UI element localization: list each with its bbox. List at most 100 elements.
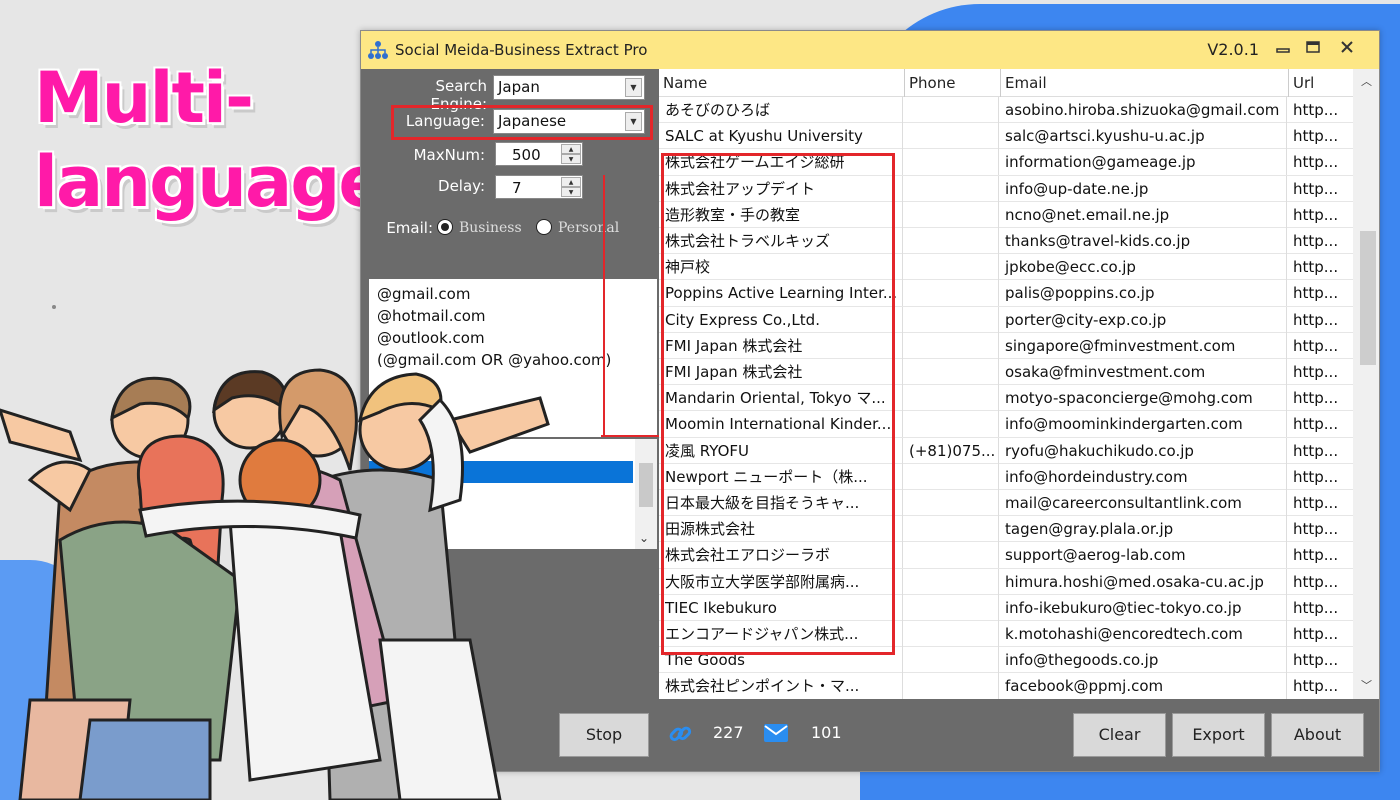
url-cell: http...: [1293, 153, 1339, 172]
url-cell: http...: [1293, 598, 1339, 617]
search-engine-select[interactable]: Japan ▼: [493, 75, 645, 100]
table-row[interactable]: あそびのひろば asobino.hiroba.shizuoka@gmail.com…: [659, 97, 1353, 124]
app-network-icon: [368, 41, 388, 59]
url-cell: http...: [1293, 651, 1339, 670]
column-header-name[interactable]: Name: [659, 69, 905, 97]
email-cell: facebook@ppmj.com: [999, 673, 1287, 699]
phone-cell: [903, 201, 999, 228]
url-cell: http...: [1293, 336, 1339, 355]
chevron-down-icon[interactable]: ﹀: [1361, 677, 1372, 693]
delay-stepper[interactable]: 7 ▲ ▼: [495, 175, 583, 199]
phone-cell: [903, 228, 999, 254]
delay-label: Delay:: [438, 177, 485, 195]
phone-cell: [903, 516, 999, 543]
url-cell: http...: [1293, 625, 1339, 643]
dropdown-arrow-icon[interactable]: ▼: [625, 78, 642, 97]
url-cell: http...: [1293, 467, 1339, 486]
maxnum-label: MaxNum:: [413, 146, 485, 164]
email-cell: singapore@fminvestment.com: [999, 332, 1287, 359]
phone-cell: [903, 411, 999, 438]
version-label: V2.0.1: [1207, 40, 1259, 59]
spin-up-icon[interactable]: ▲: [561, 144, 581, 154]
phone-cell: [903, 385, 999, 412]
email-cell: himura.hoshi@med.osaka-cu.ac.jp: [999, 568, 1287, 595]
list-scrollbar[interactable]: ⌄: [635, 439, 657, 549]
url-cell: http...: [1293, 546, 1339, 565]
title-bar[interactable]: Social Meida-Business Extract Pro V2.0.1: [361, 31, 1379, 69]
about-button[interactable]: About: [1271, 713, 1364, 757]
email-domain-line: @hotmail.com: [377, 307, 486, 325]
spin-down-icon[interactable]: ▼: [561, 154, 581, 164]
maximize-icon[interactable]: [1301, 38, 1325, 62]
table-row[interactable]: 株式会社ピンポイント・マ... facebook@ppmj.com http...: [659, 673, 1353, 699]
clear-button[interactable]: Clear: [1073, 713, 1166, 757]
delay-value: 7: [512, 179, 522, 197]
phone-cell: [903, 97, 999, 123]
email-cell: info-ikebukuro@tiec-tokyo.co.jp: [999, 594, 1287, 621]
list-scrollbar-thumb[interactable]: [639, 463, 653, 507]
links-count: 227: [713, 723, 744, 742]
url-cell: http...: [1293, 363, 1339, 381]
emails-count: 101: [811, 723, 842, 742]
phone-cell: [903, 568, 999, 595]
email-cell: tagen@gray.plala.or.jp: [999, 516, 1287, 543]
column-header-email[interactable]: Email: [1001, 69, 1289, 97]
table-scrollbar[interactable]: ︿ ﹀: [1353, 69, 1379, 699]
name-cell: SALC at Kyushu University: [659, 123, 903, 150]
email-domain-line: @gmail.com: [377, 285, 471, 303]
phone-cell: [903, 490, 999, 516]
export-button[interactable]: Export: [1172, 713, 1265, 757]
maxnum-stepper[interactable]: 500 ▲ ▼: [495, 142, 583, 166]
email-cell: jpkobe@ecc.co.jp: [999, 254, 1287, 281]
email-cell: ncno@net.email.ne.jp: [999, 201, 1287, 228]
email-cell: osaka@fminvestment.com: [999, 359, 1287, 385]
email-type-business-label: Business: [459, 220, 522, 236]
email-type-business-radio[interactable]: [437, 219, 453, 235]
minimize-icon[interactable]: [1271, 38, 1295, 62]
link-icon: [669, 726, 692, 742]
phone-cell: (+81)075...: [903, 437, 999, 464]
promo-line-1: Multi-: [34, 57, 254, 139]
window-title: Social Meida-Business Extract Pro: [395, 41, 648, 59]
email-cell: information@gameage.jp: [999, 149, 1287, 176]
email-type-personal-radio[interactable]: [536, 219, 552, 235]
chevron-down-icon[interactable]: ⌄: [639, 531, 649, 545]
url-cell: http...: [1293, 205, 1339, 224]
email-cell: info@hordeindustry.com: [999, 463, 1287, 490]
url-cell: http...: [1293, 389, 1339, 408]
column-header-url[interactable]: Url: [1289, 69, 1353, 97]
spin-down-icon[interactable]: ▼: [561, 187, 581, 197]
phone-cell: [903, 673, 999, 699]
spin-up-icon[interactable]: ▲: [561, 177, 581, 187]
name-cell: あそびのひろば: [659, 97, 903, 123]
phone-cell: [903, 332, 999, 359]
email-cell: asobino.hiroba.shizuoka@gmail.com: [999, 97, 1287, 123]
maxnum-value: 500: [512, 146, 541, 164]
url-cell: http...: [1293, 520, 1339, 539]
email-cell: motyo-spaconcierge@mohg.com: [999, 385, 1287, 412]
chevron-up-icon[interactable]: ︿: [1361, 73, 1372, 89]
url-cell: http...: [1293, 258, 1339, 277]
email-cell: info@thegoods.co.jp: [999, 647, 1287, 674]
phone-cell: [903, 306, 999, 333]
decorative-dot: [52, 305, 56, 309]
stop-button[interactable]: Stop: [559, 713, 649, 757]
table-row[interactable]: SALC at Kyushu University salc@artsci.kyu…: [659, 123, 1353, 150]
phone-cell: [903, 594, 999, 621]
email-cell: ryofu@hakuchikudo.co.jp: [999, 437, 1287, 464]
close-icon[interactable]: [1335, 38, 1359, 62]
url-cell: http...: [1293, 179, 1339, 198]
url-cell: http...: [1293, 284, 1339, 303]
phone-cell: [903, 149, 999, 176]
url-cell: http...: [1293, 441, 1339, 460]
email-cell: mail@careerconsultantlink.com: [999, 490, 1287, 516]
search-engine-value: Japan: [498, 78, 540, 96]
column-header-phone[interactable]: Phone: [905, 69, 1001, 97]
phone-cell: [903, 359, 999, 385]
url-cell: http...: [1293, 415, 1339, 434]
email-cell: k.motohashi@encoredtech.com: [999, 621, 1287, 647]
table-scrollbar-thumb[interactable]: [1360, 231, 1376, 365]
phone-cell: [903, 123, 999, 150]
email-cell: info@up-date.ne.jp: [999, 175, 1287, 202]
email-type-personal-label: Personal: [558, 220, 620, 236]
